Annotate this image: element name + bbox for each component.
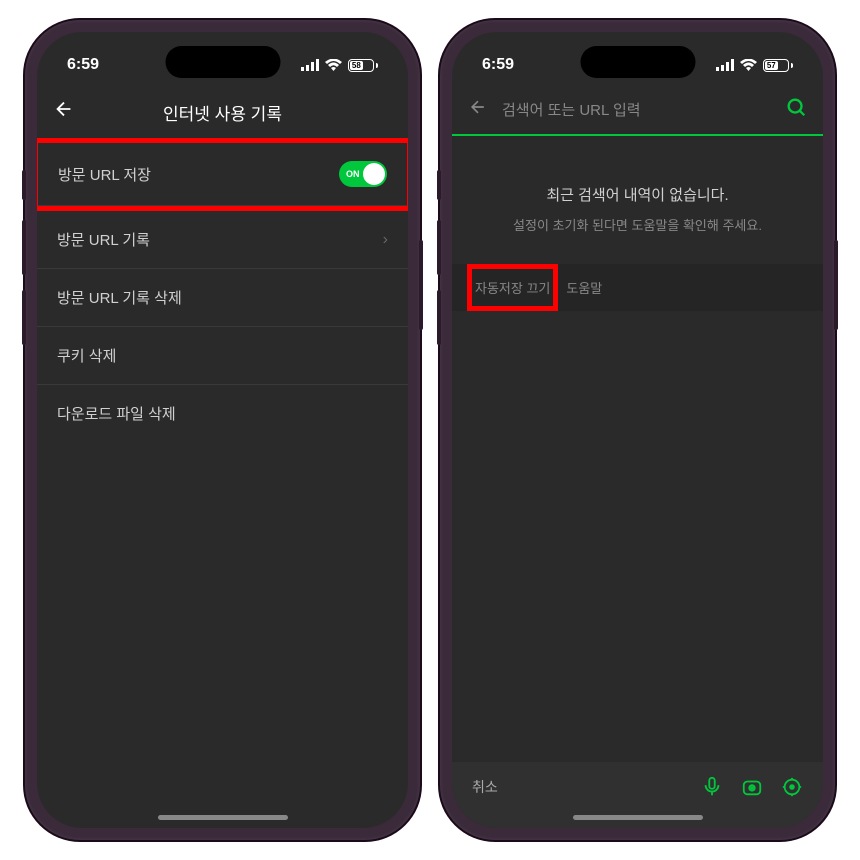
page-header: 인터넷 사용 기록 [37, 86, 408, 138]
battery-icon: 58 [348, 59, 378, 72]
wifi-icon [325, 59, 342, 71]
signal-icon [716, 59, 734, 71]
setting-label: 방문 URL 저장 [58, 164, 151, 185]
empty-subtitle: 설정이 초기화 된다면 도움말을 확인해 주세요. [472, 215, 803, 234]
setting-delete-downloads[interactable]: 다운로드 파일 삭제 [37, 385, 408, 442]
wifi-icon [740, 59, 757, 71]
setting-url-history[interactable]: 방문 URL 기록 › [37, 211, 408, 269]
setting-label: 쿠키 삭제 [57, 345, 116, 366]
search-icon[interactable] [785, 96, 807, 124]
page-title: 인터넷 사용 기록 [163, 100, 282, 125]
setting-label: 방문 URL 기록 삭제 [57, 287, 182, 308]
location-icon[interactable] [781, 776, 803, 798]
signal-icon [301, 59, 319, 71]
setting-delete-cookies[interactable]: 쿠키 삭제 [37, 327, 408, 385]
setting-label: 다운로드 파일 삭제 [57, 403, 176, 424]
toggle-on-label: ON [346, 169, 360, 179]
phone-right: 6:59 57 [440, 20, 835, 840]
setting-delete-url-history[interactable]: 방문 URL 기록 삭제 [37, 269, 408, 327]
back-button[interactable] [53, 98, 75, 126]
highlight-save-url: 방문 URL 저장 ON [37, 138, 408, 211]
chevron-right-icon: › [383, 231, 388, 249]
autosave-off-button[interactable]: 자동저장 끄기 [467, 264, 558, 311]
cancel-button[interactable]: 취소 [472, 777, 498, 797]
home-indicator[interactable] [158, 815, 288, 820]
empty-title: 최근 검색어 내역이 없습니다. [472, 184, 803, 205]
status-time: 6:59 [67, 56, 99, 74]
camera-icon[interactable] [741, 776, 763, 798]
action-row: 자동저장 끄기 도움말 [452, 264, 823, 311]
status-time: 6:59 [482, 56, 514, 74]
mic-icon[interactable] [701, 776, 723, 798]
home-indicator[interactable] [573, 815, 703, 820]
search-input[interactable] [502, 102, 771, 119]
dynamic-island [165, 46, 280, 78]
back-button[interactable] [468, 97, 488, 123]
dynamic-island [580, 46, 695, 78]
phone-left: 6:59 58 인터넷 사용 기록 [25, 20, 420, 840]
search-bar [452, 86, 823, 136]
setting-label: 방문 URL 기록 [57, 229, 150, 250]
setting-save-visited-url[interactable]: 방문 URL 저장 ON [38, 143, 407, 206]
help-button[interactable]: 도움말 [558, 264, 610, 311]
battery-icon: 57 [763, 59, 793, 72]
toggle-switch[interactable]: ON [339, 161, 387, 187]
empty-state: 최근 검색어 내역이 없습니다. 설정이 초기화 된다면 도움말을 확인해 주세… [452, 136, 823, 264]
